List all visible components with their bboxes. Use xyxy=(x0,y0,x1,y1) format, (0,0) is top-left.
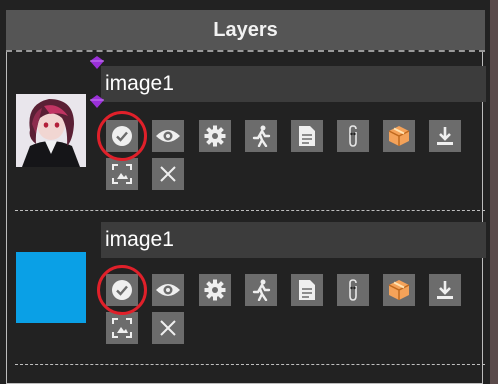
close-icon xyxy=(160,166,176,182)
close-icon xyxy=(160,320,176,336)
settings-button[interactable] xyxy=(199,274,231,306)
clip-icon xyxy=(349,125,357,147)
layers-panel: Layers image1 image1 xyxy=(6,10,486,384)
layers-list: image1 image1 xyxy=(6,52,486,384)
package-button[interactable] xyxy=(383,274,415,306)
visible-check-button[interactable] xyxy=(106,120,138,152)
scrollbar-track[interactable] xyxy=(490,0,498,384)
check-icon xyxy=(112,126,132,146)
package-icon xyxy=(388,280,410,300)
attach-button[interactable] xyxy=(337,274,369,306)
eye-icon xyxy=(156,130,180,142)
download-icon xyxy=(437,127,453,145)
attach-button[interactable] xyxy=(337,120,369,152)
document-button[interactable] xyxy=(291,274,323,306)
download-button[interactable] xyxy=(429,274,461,306)
fit-image-icon xyxy=(112,164,132,184)
visible-check-button[interactable] xyxy=(106,274,138,306)
download-icon xyxy=(437,281,453,299)
settings-button[interactable] xyxy=(199,120,231,152)
run-icon xyxy=(252,279,271,301)
panel-title: Layers xyxy=(6,10,485,50)
row-divider xyxy=(15,364,485,365)
document-icon xyxy=(299,280,315,300)
run-button[interactable] xyxy=(245,274,277,306)
layer-thumbnail[interactable] xyxy=(16,94,86,167)
check-icon xyxy=(112,280,132,300)
eye-icon xyxy=(156,284,180,296)
delete-layer-button[interactable] xyxy=(152,312,184,344)
preview-button[interactable] xyxy=(152,120,184,152)
layer-name-input[interactable]: image1 xyxy=(101,66,486,102)
run-button[interactable] xyxy=(245,120,277,152)
portrait-image xyxy=(16,94,86,167)
delete-layer-button[interactable] xyxy=(152,158,184,190)
gear-icon xyxy=(204,125,226,147)
package-icon xyxy=(388,126,410,146)
layer-thumbnail[interactable] xyxy=(16,252,86,323)
package-button[interactable] xyxy=(383,120,415,152)
layer-name-input[interactable]: image1 xyxy=(101,222,486,258)
fit-image-button[interactable] xyxy=(106,312,138,344)
download-button[interactable] xyxy=(429,120,461,152)
preview-button[interactable] xyxy=(152,274,184,306)
document-icon xyxy=(299,126,315,146)
clip-icon xyxy=(349,279,357,301)
row-divider xyxy=(15,210,485,211)
document-button[interactable] xyxy=(291,120,323,152)
fit-image-button[interactable] xyxy=(106,158,138,190)
fit-image-icon xyxy=(112,318,132,338)
gear-icon xyxy=(204,279,226,301)
run-icon xyxy=(252,125,271,147)
